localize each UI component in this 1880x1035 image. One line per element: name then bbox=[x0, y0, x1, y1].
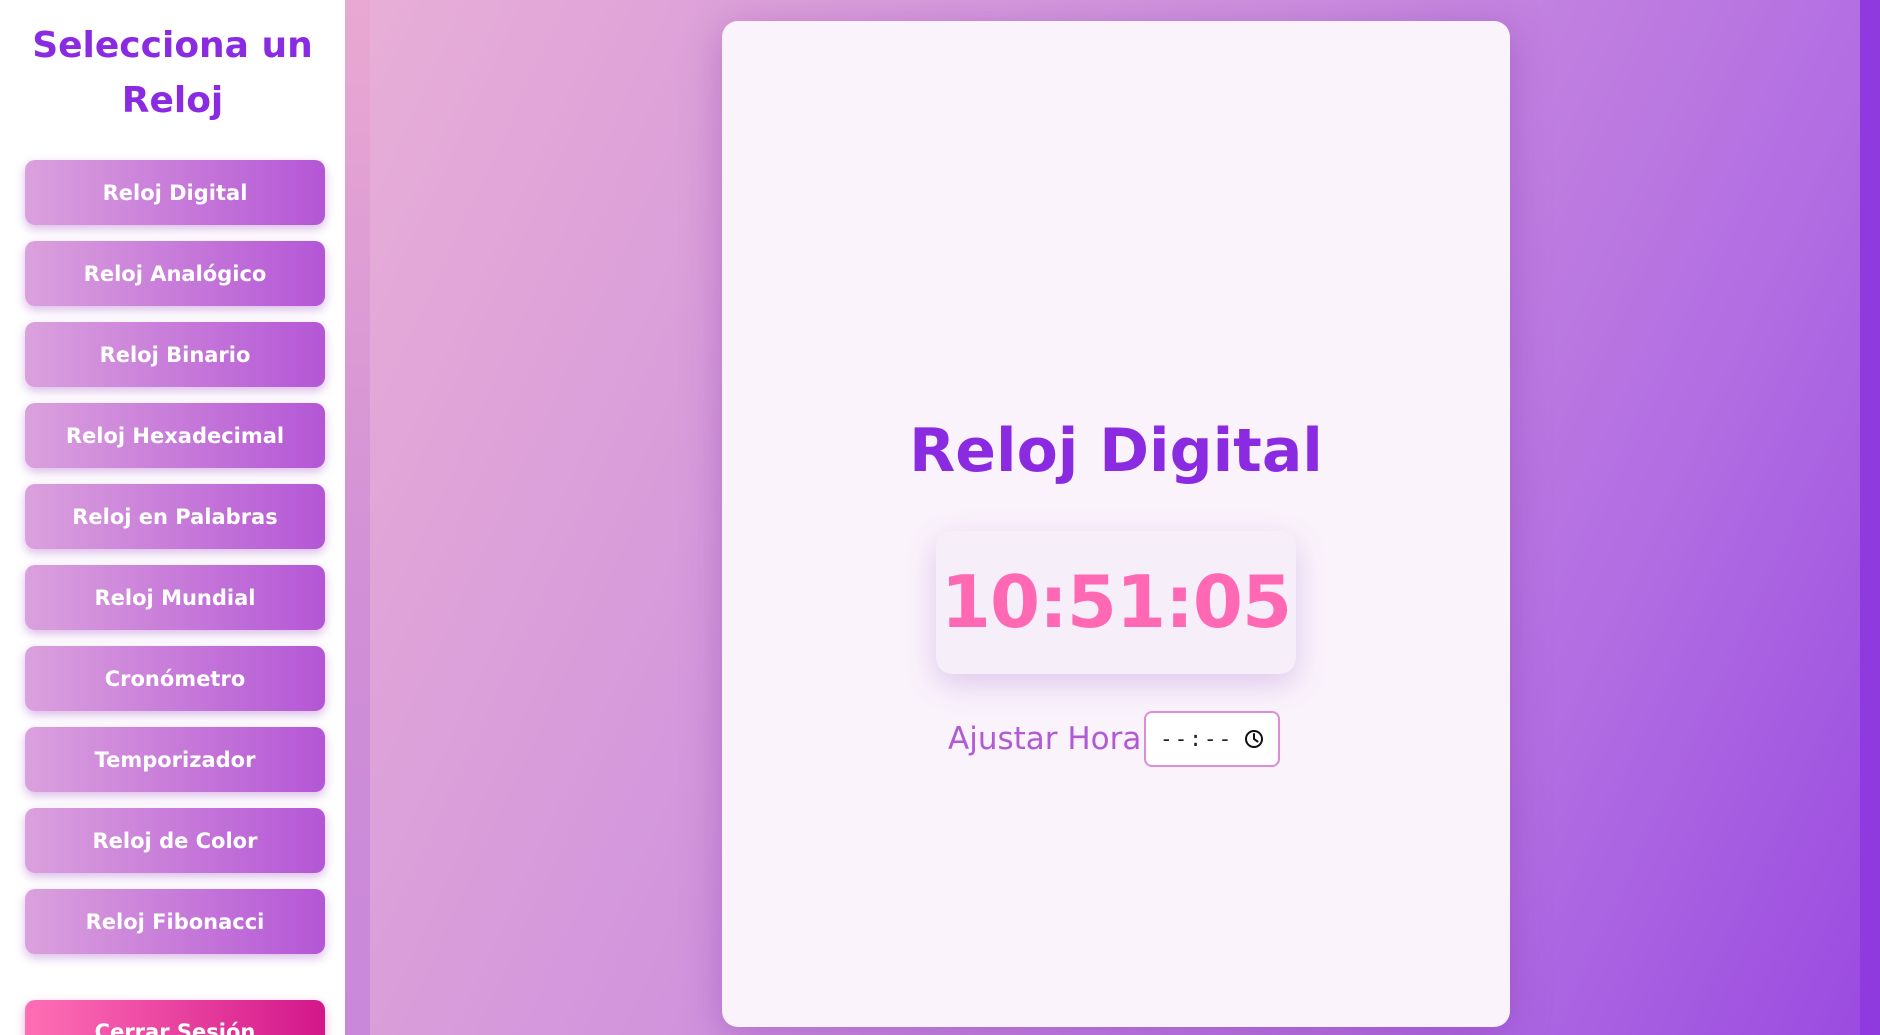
right-edge-strip bbox=[1860, 0, 1880, 1035]
nav-button-reloj-binario[interactable]: Reloj Binario bbox=[25, 322, 325, 387]
nav-button-reloj-en-palabras[interactable]: Reloj en Palabras bbox=[25, 484, 325, 549]
nav-button-reloj-hexadecimal[interactable]: Reloj Hexadecimal bbox=[25, 403, 325, 468]
nav-button-cronometro[interactable]: Cronómetro bbox=[25, 646, 325, 711]
nav-button-reloj-de-color[interactable]: Reloj de Color bbox=[25, 808, 325, 873]
clock-title: Reloj Digital bbox=[909, 416, 1323, 486]
nav-button-reloj-fibonacci[interactable]: Reloj Fibonacci bbox=[25, 889, 325, 954]
clock-nav: Reloj Digital Reloj Analógico Reloj Bina… bbox=[25, 160, 325, 970]
nav-button-reloj-analogico[interactable]: Reloj Analógico bbox=[25, 241, 325, 306]
adjust-time-input[interactable]: --:-- bbox=[1144, 711, 1280, 767]
time-display-box: 10:51:05 bbox=[936, 531, 1296, 674]
sidebar-title: Selecciona un Reloj bbox=[32, 25, 313, 121]
sidebar: Selecciona un Reloj Reloj Digital Reloj … bbox=[0, 0, 345, 1035]
logout-button[interactable]: Cerrar Sesión bbox=[25, 1000, 325, 1035]
nav-button-reloj-mundial[interactable]: Reloj Mundial bbox=[25, 565, 325, 630]
time-display: 10:51:05 bbox=[940, 560, 1292, 644]
clock-icon[interactable] bbox=[1244, 729, 1264, 749]
clock-card: Reloj Digital 10:51:05 Ajustar Hora: --:… bbox=[722, 21, 1510, 1027]
time-input-placeholder: --:-- bbox=[1160, 727, 1234, 751]
nav-button-temporizador[interactable]: Temporizador bbox=[25, 727, 325, 792]
nav-button-reloj-digital[interactable]: Reloj Digital bbox=[25, 160, 325, 225]
adjust-time-label: Ajustar Hora: bbox=[948, 721, 1152, 757]
adjust-time-row: Ajustar Hora: --:-- bbox=[948, 711, 1348, 767]
sidebar-edge-strip bbox=[345, 0, 370, 1035]
